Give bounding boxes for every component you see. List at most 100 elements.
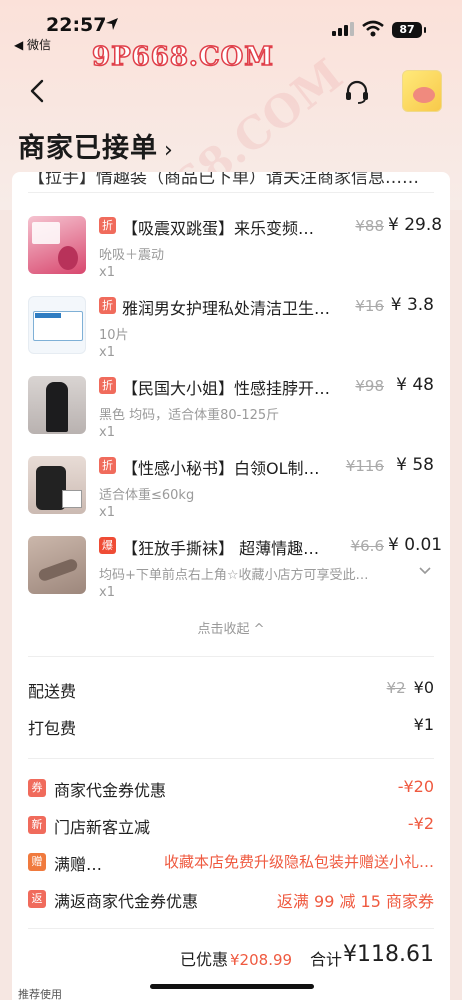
product-quantity: x1: [99, 585, 115, 600]
product-image: [28, 536, 86, 594]
total-amount: ¥118.61: [343, 942, 434, 967]
bottom-hint: 推荐使用: [18, 988, 62, 1000]
order-item[interactable]: 折 【民国大小姐】性感挂脖开… ¥98 ¥ 48 黑色 均码，适合体重80-12…: [28, 375, 434, 456]
gift-value: 收藏本店免费升级隐私包装并赠送小礼…: [163, 853, 434, 871]
divider: [28, 758, 434, 759]
product-figure: [46, 382, 68, 432]
product-spec: 10片: [99, 328, 129, 343]
sale-price: ¥ 0.01: [388, 535, 443, 555]
cashback-label: 满返商家代金券优惠: [54, 892, 199, 911]
back-to-wechat-link[interactable]: ◀ 微信: [14, 36, 51, 53]
original-price: ¥16: [355, 297, 384, 315]
order-item[interactable]: 折 雅润男女护理私处清洁卫生… ¥16 ¥ 3.8 10片 x1: [28, 295, 434, 376]
gift-icon: 赠: [28, 853, 46, 871]
promo-graphic: [413, 87, 435, 103]
order-item[interactable]: 折 【性感小秘书】白领OL制… ¥116 ¥ 58 适合体重≤60kg x1: [28, 455, 434, 536]
packing-fee-label: 打包费: [28, 719, 77, 738]
product-spec: 适合体重≤60kg: [99, 488, 195, 503]
sale-price: ¥ 29.8: [388, 215, 443, 235]
hot-tag: 爆: [99, 537, 116, 554]
product-quantity: x1: [99, 345, 115, 360]
original-price: ¥6.6: [350, 537, 384, 555]
status-time: 22:57: [46, 14, 107, 36]
product-name: 【民国大小姐】性感挂脖开…: [122, 379, 331, 398]
product-quantity: x1: [99, 265, 115, 280]
product-quantity: x1: [99, 505, 115, 520]
packing-fee-row: 打包费 ¥1: [28, 715, 434, 739]
customer-service-icon[interactable]: [344, 80, 370, 104]
order-item[interactable]: 爆 【狂放手撕袜】 超薄情趣… ¥6.6 ¥ 0.01 均码+下单前点右上角☆收…: [28, 535, 443, 616]
saved-amount: 已优惠 ¥208.99: [180, 946, 292, 970]
divider: [28, 928, 434, 929]
product-name: 【吸震双跳蛋】来乐变频…: [122, 219, 315, 238]
battery-indicator: 87: [392, 22, 426, 38]
sale-price: ¥ 58: [396, 455, 434, 475]
product-spec: 黑色 均码，适合体重80-125斤: [99, 408, 280, 423]
packing-fee-amount: ¥1: [413, 715, 434, 734]
gift-row: 赠 满赠… 收藏本店免费升级隐私包装并赠送小礼…: [28, 851, 434, 875]
gift-label: 满赠…: [54, 855, 103, 874]
product-image: [28, 456, 86, 514]
product-spec: 吮吸＋震动: [99, 248, 165, 263]
discount-tag: 折: [99, 297, 116, 314]
delivery-fee-amount: ¥0: [413, 678, 434, 697]
original-price: ¥88: [355, 217, 384, 235]
location-arrow-icon: [106, 18, 118, 30]
product-image: [28, 216, 86, 274]
order-status-title[interactable]: 商家已接单 ›: [18, 126, 174, 165]
product-badge: [62, 490, 82, 508]
cashback-row: 返 满返商家代金券优惠 返满 99 减 15 商家券: [28, 888, 434, 912]
saved-value: ¥208.99: [230, 951, 293, 969]
product-image: [28, 376, 86, 434]
discount-label: 门店新客立减: [54, 818, 151, 837]
coupon-icon: 券: [28, 779, 46, 797]
product-shape: [58, 246, 78, 270]
cut-text: 【拉手】情趣装（商品已下单）请关注商家信息……: [28, 172, 419, 188]
watermark: 9P668.COM: [91, 41, 275, 73]
delivery-fee-row: 配送费 ¥2 ¥0: [28, 678, 434, 702]
partially-hidden-line: 【拉手】情趣装（商品已下单）请关注商家信息……: [28, 172, 428, 190]
product-box-stripe: [35, 313, 61, 318]
collapse-items-button[interactable]: 点击收起 ^: [12, 618, 450, 637]
product-image-label: [32, 222, 60, 244]
home-indicator[interactable]: [150, 984, 314, 989]
cashback-icon: 返: [28, 890, 46, 908]
discount-label: 商家代金券优惠: [54, 781, 167, 800]
shop-promo-thumbnail[interactable]: [402, 70, 442, 112]
discount-value: -¥20: [397, 777, 434, 796]
delivery-fee-label: 配送费: [28, 682, 77, 701]
discount-tag: 折: [99, 377, 116, 394]
order-status-label: 商家已接单: [18, 133, 158, 164]
discount-tag: 折: [99, 217, 116, 234]
product-spec: 均码+下单前点右上角☆收藏小店方可享受此…: [99, 568, 369, 583]
original-price: ¥98: [355, 377, 384, 395]
order-item[interactable]: 折 【吸震双跳蛋】来乐变频… ¥88 ¥ 29.8 吮吸＋震动 x1: [28, 215, 443, 296]
divider: [28, 656, 434, 657]
discount-value: -¥2: [407, 814, 434, 833]
chevron-down-icon[interactable]: [418, 564, 432, 578]
product-name: 【性感小秘书】白领OL制…: [122, 459, 320, 478]
order-detail-card: 【拉手】情趣装（商品已下单）请关注商家信息…… 折 【吸震双跳蛋】来乐变频… ¥…: [12, 172, 450, 1000]
product-name: 【狂放手撕袜】 超薄情趣…: [122, 539, 320, 558]
product-shape: [37, 557, 79, 583]
product-quantity: x1: [99, 425, 115, 440]
product-name: 雅润男女护理私处清洁卫生…: [122, 299, 331, 318]
cashback-value: 返满 99 减 15 商家券: [276, 892, 434, 911]
discount-row: 新 门店新客立减 -¥2: [28, 814, 434, 838]
wifi-icon: [362, 20, 384, 37]
discount-tag: 折: [99, 457, 116, 474]
back-arrow-icon[interactable]: [26, 78, 50, 104]
chevron-right-icon: ›: [164, 138, 174, 163]
new-customer-icon: 新: [28, 816, 46, 834]
sale-price: ¥ 48: [396, 375, 434, 395]
saved-label: 已优惠: [180, 950, 229, 969]
divider: [28, 192, 434, 193]
discount-row: 券 商家代金券优惠 -¥20: [28, 777, 434, 801]
delivery-fee-value: ¥2 ¥0: [387, 678, 434, 697]
original-price: ¥116: [345, 457, 384, 475]
delivery-fee-original: ¥2: [386, 679, 406, 697]
total-label: 合计: [310, 950, 343, 969]
sale-price: ¥ 3.8: [390, 295, 434, 315]
order-total: 已优惠 ¥208.99 合计 ¥118.61: [28, 942, 434, 972]
product-image: [28, 296, 86, 354]
